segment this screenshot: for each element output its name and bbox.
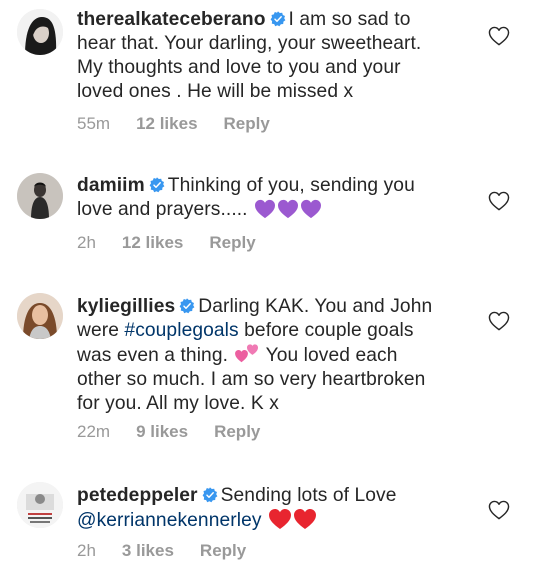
two-hearts-icon [235, 344, 259, 363]
comment-meta: 55m 12 likes Reply [77, 114, 270, 134]
reply-button[interactable]: Reply [224, 114, 270, 134]
comment-text: petedeppeler Sending lots of Love @kerria… [77, 485, 397, 531]
comment-text: therealkateceberano I am so sad to hear t… [77, 9, 422, 102]
verified-icon [202, 487, 218, 503]
purple-heart-icon [300, 199, 322, 219]
comment-text: kyliegillies Darling KAK. You and John we… [77, 296, 433, 414]
avatar[interactable] [17, 173, 63, 219]
avatar[interactable] [17, 293, 63, 339]
reply-button[interactable]: Reply [209, 233, 255, 253]
comment-meta: 2h 3 likes Reply [77, 541, 246, 561]
red-heart-icon [268, 508, 292, 530]
username[interactable]: petedeppeler [77, 485, 198, 506]
reply-button[interactable]: Reply [214, 422, 260, 442]
timestamp[interactable]: 2h [77, 233, 96, 253]
comment-meta: 2h 12 likes Reply [77, 233, 256, 253]
username[interactable]: kyliegillies [77, 296, 175, 317]
comment-meta: 22m 9 likes Reply [77, 422, 260, 442]
avatar[interactable] [17, 9, 63, 55]
timestamp[interactable]: 2h [77, 541, 96, 561]
like-heart-icon[interactable] [488, 191, 510, 211]
timestamp[interactable]: 22m [77, 422, 110, 442]
username[interactable]: therealkateceberano [77, 9, 266, 30]
verified-icon [149, 177, 165, 193]
username[interactable]: damiim [77, 175, 145, 196]
comment-text: damiim Thinking of you, sending you love … [77, 175, 415, 220]
like-heart-icon[interactable] [488, 311, 510, 331]
purple-heart-icon [277, 199, 299, 219]
like-heart-icon[interactable] [488, 500, 510, 520]
likes-count[interactable]: 12 likes [136, 114, 197, 134]
hashtag-link[interactable]: #couplegoals [124, 320, 238, 341]
reply-button[interactable]: Reply [200, 541, 246, 561]
timestamp[interactable]: 55m [77, 114, 110, 134]
avatar[interactable] [17, 482, 63, 528]
verified-icon [270, 11, 286, 27]
mention-link[interactable]: @kerriannekennerley [77, 510, 262, 531]
like-heart-icon[interactable] [488, 26, 510, 46]
likes-count[interactable]: 9 likes [136, 422, 188, 442]
likes-count[interactable]: 12 likes [122, 233, 183, 253]
purple-heart-icon [254, 199, 276, 219]
verified-icon [179, 298, 195, 314]
red-heart-icon [293, 508, 317, 530]
likes-count[interactable]: 3 likes [122, 541, 174, 561]
